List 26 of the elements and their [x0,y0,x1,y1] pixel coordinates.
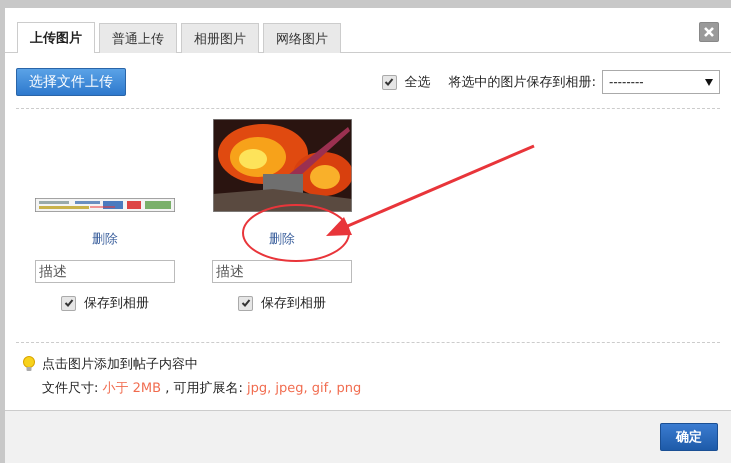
checkmark-icon [240,298,250,308]
checkbox[interactable] [61,296,76,310]
save-to-album-label: 保存到相册 [261,295,326,312]
close-icon [703,26,715,38]
save-to-album-label: 保存到相册 [84,295,149,312]
checkbox[interactable] [238,296,253,310]
save-to-album-label: 将选中的图片保存到相册: [448,74,596,91]
delete-link[interactable]: 删除 [269,230,295,248]
file-limits-text: 文件尺寸: 小于 2MB , 可用扩展名: jpg, jpeg, gif, png [42,380,362,397]
album-select[interactable]: -------- [602,70,720,94]
caret-icon [705,78,713,86]
tip-text: 点击图片添加到帖子内容中 [42,356,198,373]
checkmark-icon [64,298,74,308]
delete-link[interactable]: 删除 [92,230,118,248]
select-all-label: 全选 [404,74,431,91]
tab[interactable]: 网络图片 [263,23,341,53]
tab[interactable]: 上传图片 [17,22,95,53]
lightbulb-icon [22,356,36,372]
description-field[interactable]: 描述 [35,260,175,283]
tab[interactable]: 普通上传 [99,23,177,53]
checkmark-icon [384,77,394,87]
tab[interactable]: 相册图片 [181,23,259,53]
description-field[interactable]: 描述 [212,260,352,283]
checkbox[interactable] [382,74,397,90]
confirm-button[interactable]: 确定 [660,423,718,451]
close-button[interactable] [699,22,719,42]
